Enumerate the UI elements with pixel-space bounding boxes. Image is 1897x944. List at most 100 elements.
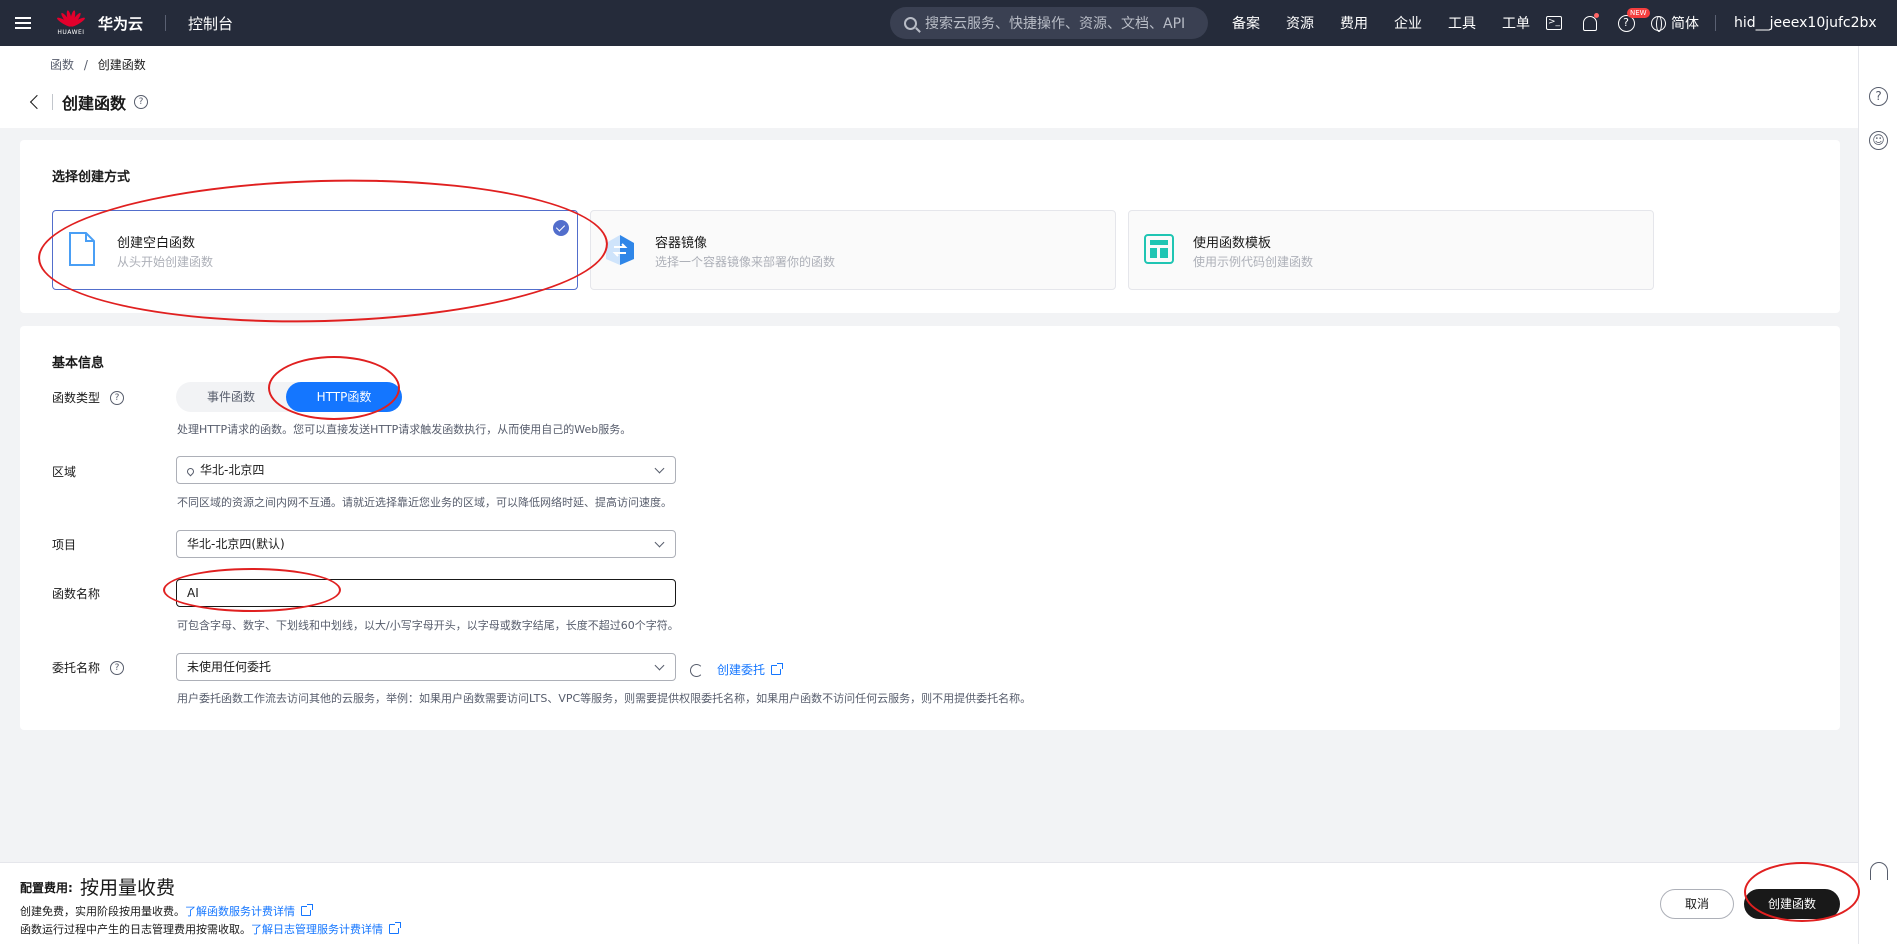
nav-beian[interactable]: 备案	[1232, 13, 1260, 33]
agency-label-text: 委托名称	[52, 661, 101, 675]
method-title: 创建空白函数	[117, 236, 196, 251]
search-icon	[904, 16, 917, 30]
page-title-row: 创建函数 ?	[26, 90, 149, 114]
chevron-down-icon	[654, 463, 665, 474]
blank-file-icon	[69, 232, 95, 266]
agency-hint: 用户委托函数工作流去访问其他的云服务，举例：如果用户函数需要访问LTS、VPC等…	[177, 692, 1032, 705]
bottom-action-bar: 配置费用: 按用量收费 创建免费，实用阶段按用量收费。了解函数服务计费详情 函数…	[0, 862, 1858, 944]
create-function-button[interactable]: 创建函数	[1744, 889, 1840, 919]
help-icon[interactable]: ? NEW	[1615, 8, 1650, 34]
huawei-cloud-logo[interactable]: HUAWEI 华为云	[56, 8, 143, 38]
method-desc: 使用示例代码创建函数	[1193, 255, 1314, 269]
agency-help-icon[interactable]: ?	[110, 660, 125, 675]
func-type-help-icon[interactable]: ?	[110, 390, 125, 405]
hamburger-menu-icon[interactable]	[0, 0, 46, 46]
method-title: 容器镜像	[655, 236, 708, 251]
region-label: 区域	[52, 465, 77, 479]
func-name-hint: 可包含字母、数字、下划线和中划线，以大/小写字母开头，以字母或数字结尾，长度不超…	[177, 619, 679, 632]
rail-help-icon[interactable]: ?	[1869, 87, 1888, 106]
top-navigation-bar: HUAWEI 华为云 控制台 搜索云服务、快捷操作、资源、文档、API 备案 资…	[0, 0, 1897, 46]
create-agency-link-text: 创建委托	[717, 663, 766, 677]
basic-info-card: 基本信息 函数类型 ? 事件函数 HTTP函数 处理HTTP请求的函数。您可以直…	[20, 326, 1840, 730]
page-header: 函数 / 创建函数 创建函数 ?	[0, 46, 1858, 128]
func-type-hint: 处理HTTP请求的函数。您可以直接发送HTTP请求触发函数执行，从而使用自己的W…	[177, 423, 632, 436]
method-title: 使用函数模板	[1193, 236, 1272, 251]
location-pin-icon	[185, 466, 196, 477]
container-image-icon	[606, 235, 634, 265]
method-container-image[interactable]: 容器镜像 选择一个容器镜像来部署你的函数	[590, 210, 1116, 290]
refresh-icon[interactable]	[690, 664, 703, 677]
region-value: 华北-北京四	[200, 463, 265, 477]
func-type-event-option[interactable]: 事件函数	[176, 382, 286, 412]
fee-line-2-text: 函数运行过程中产生的日志管理费用按需收取。	[20, 923, 251, 936]
logo-sub-text: HUAWEI	[57, 29, 85, 36]
fee-label: 配置费用:	[20, 881, 73, 895]
func-name-input[interactable]	[176, 579, 676, 607]
globe-icon	[1651, 15, 1666, 32]
external-link-icon	[771, 663, 784, 675]
brand-name: 华为云	[98, 14, 144, 33]
nav-tools[interactable]: 工具	[1448, 13, 1476, 33]
create-agency-link[interactable]: 创建委托	[717, 659, 784, 678]
external-link-icon	[389, 922, 401, 934]
chevron-down-icon	[654, 660, 665, 671]
new-badge: NEW	[1627, 8, 1650, 18]
customer-service-headset-icon[interactable]	[1870, 862, 1888, 880]
method-desc: 从头开始创建函数	[117, 255, 214, 269]
basic-info-title: 基本信息	[52, 356, 105, 371]
search-placeholder: 搜索云服务、快捷操作、资源、文档、API	[925, 16, 1186, 32]
breadcrumb-parent[interactable]: 函数	[50, 58, 74, 72]
fee-line-1-text: 创建免费，实用阶段按用量收费。	[20, 905, 185, 918]
topbar-divider	[165, 15, 167, 31]
method-blank-function[interactable]: 创建空白函数 从头开始创建函数	[52, 210, 578, 290]
method-desc: 选择一个容器镜像来部署你的函数	[655, 255, 836, 269]
agency-value: 未使用任何委托	[187, 660, 272, 674]
agency-label: 委托名称 ?	[52, 659, 125, 676]
top-icons: >_ ? NEW 简体 hid__jeeex10jufc2bx	[1543, 0, 1877, 46]
func-type-http-option[interactable]: HTTP函数	[286, 382, 402, 412]
notification-bell-icon[interactable]	[1579, 12, 1601, 34]
project-label: 项目	[52, 538, 77, 552]
breadcrumb-separator: /	[83, 58, 88, 72]
back-arrow-icon[interactable]	[29, 94, 45, 110]
nav-tickets[interactable]: 工单	[1502, 13, 1530, 33]
template-grid-icon	[1144, 234, 1174, 264]
global-search-input[interactable]: 搜索云服务、快捷操作、资源、文档、API	[890, 7, 1208, 39]
breadcrumb: 函数 / 创建函数	[50, 56, 146, 73]
project-value: 华北-北京四(默认)	[187, 537, 285, 551]
page-title: 创建函数	[62, 94, 127, 113]
func-type-label: 函数类型 ?	[52, 389, 125, 406]
log-billing-link[interactable]: 了解日志管理服务计费详情	[251, 923, 383, 936]
fee-value: 按用量收费	[80, 877, 176, 899]
language-switch[interactable]: 简体	[1651, 13, 1699, 33]
external-link-icon	[301, 904, 313, 916]
top-nav-links: 备案 资源 费用 企业 工具 工单	[1232, 0, 1556, 46]
project-select[interactable]: 华北-北京四(默认)	[176, 530, 676, 558]
huawei-logo-icon: HUAWEI	[56, 8, 86, 38]
title-help-icon[interactable]: ?	[134, 95, 149, 109]
creation-method-title: 选择创建方式	[52, 170, 131, 185]
region-hint: 不同区域的资源之间内网不互通。请就近选择靠近您业务的区域，可以降低网络时延、提高…	[177, 496, 672, 509]
function-billing-link[interactable]: 了解函数服务计费详情	[185, 905, 295, 918]
cancel-button[interactable]: 取消	[1660, 889, 1734, 919]
func-name-label: 函数名称	[52, 587, 101, 601]
selected-check-icon	[553, 220, 569, 236]
user-account[interactable]: hid__jeeex10jufc2bx	[1715, 15, 1877, 31]
cloud-shell-icon[interactable]: >_	[1543, 12, 1565, 34]
rail-feedback-smile-icon[interactable]: ☺	[1869, 131, 1888, 150]
title-divider	[52, 94, 53, 110]
nav-enterprise[interactable]: 企业	[1394, 13, 1422, 33]
console-link[interactable]: 控制台	[188, 13, 233, 34]
nav-billing[interactable]: 费用	[1340, 13, 1368, 33]
language-label: 简体	[1671, 16, 1699, 32]
method-function-template[interactable]: 使用函数模板 使用示例代码创建函数	[1128, 210, 1654, 290]
region-select[interactable]: 华北-北京四	[176, 456, 676, 484]
right-rail: ? ☺	[1858, 46, 1897, 944]
fee-line-2: 函数运行过程中产生的日志管理费用按需收取。了解日志管理服务计费详情	[20, 921, 401, 937]
agency-select[interactable]: 未使用任何委托	[176, 653, 676, 681]
chevron-down-icon	[654, 537, 665, 548]
nav-resources[interactable]: 资源	[1286, 13, 1314, 33]
creation-method-card: 选择创建方式 创建空白函数 从头开始创建函数 容器镜像 选择一个容器镜像来部署你…	[20, 140, 1840, 313]
func-type-label-text: 函数类型	[52, 391, 101, 405]
breadcrumb-current: 创建函数	[97, 58, 146, 72]
